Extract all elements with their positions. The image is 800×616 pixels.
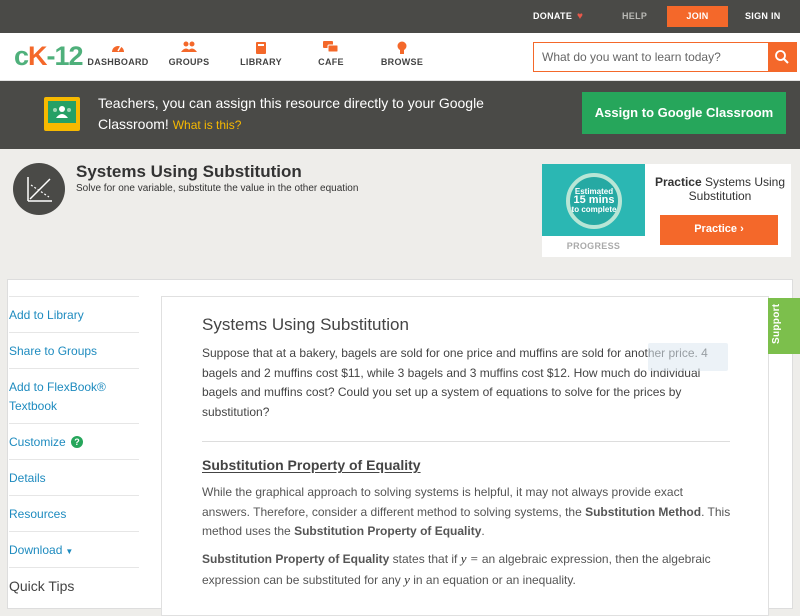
article: Systems Using Substitution Suppose that … — [161, 296, 769, 616]
main-navigation: cK-12 DASHBOARD GROUPS LIBRARY CAFE BROW… — [0, 33, 800, 81]
practice-button[interactable]: Practice › — [660, 215, 778, 245]
speedometer-icon — [87, 41, 149, 57]
sidebar: Add to Library Share to Groups Add to Fl… — [9, 296, 139, 603]
concept-title: Systems Using Substitution — [76, 162, 302, 181]
nav-groups[interactable]: GROUPS — [163, 41, 215, 67]
search-icon — [775, 50, 789, 64]
caret-down-icon: ▼ — [65, 547, 74, 556]
book-icon — [236, 41, 286, 57]
support-tab[interactable]: Support — [768, 298, 800, 354]
sidebar-item-resources[interactable]: Resources — [9, 495, 139, 531]
concept-graph-icon — [13, 163, 65, 215]
nav-cafe[interactable]: CAFE — [311, 41, 351, 67]
chevron-right-icon: › — [740, 223, 744, 235]
heart-icon: ♥ — [576, 11, 584, 22]
nav-dashboard[interactable]: DASHBOARD — [87, 41, 149, 67]
donate-link[interactable]: DONATE ♥ — [533, 0, 583, 33]
sidebar-item-customize[interactable]: Customize ? — [9, 423, 139, 459]
article-paragraph-property: Substitution Property of Equality states… — [202, 551, 711, 587]
help-link[interactable]: HELP — [622, 0, 647, 33]
people-icon — [163, 41, 215, 57]
media-overlay-control[interactable] — [648, 343, 728, 371]
lightbulb-icon — [378, 41, 426, 57]
sidebar-item-add-to-flexbook[interactable]: Add to FlexBook® Textbook — [9, 368, 139, 423]
progress-illustration: Estimated 15 mins to complete — [542, 164, 645, 236]
top-utility-bar: DONATE ♥ HELP JOIN SIGN IN — [0, 0, 800, 33]
practice-title: Practice Systems Using Substitution — [654, 175, 786, 203]
search-button[interactable] — [768, 43, 796, 71]
google-classroom-icon — [44, 97, 80, 131]
chat-icon — [311, 41, 351, 57]
practice-card: Estimated 15 mins to complete PROGRESS P… — [542, 164, 791, 257]
what-is-this-link[interactable]: What is this? — [173, 118, 242, 132]
concept-subtitle: Solve for one variable, substitute the v… — [76, 183, 359, 194]
sidebar-item-add-to-library[interactable]: Add to Library — [9, 296, 139, 332]
nav-library[interactable]: LIBRARY — [236, 41, 286, 67]
classroom-message: Teachers, you can assign this resource d… — [98, 95, 484, 132]
article-title: Systems Using Substitution — [202, 315, 409, 334]
google-classroom-banner: Teachers, you can assign this resource d… — [0, 81, 800, 149]
progress-label: PROGRESS — [566, 241, 621, 251]
sidebar-item-details[interactable]: Details — [9, 459, 139, 495]
time-estimate-badge: Estimated 15 mins to complete — [566, 173, 622, 229]
search-input[interactable] — [534, 43, 768, 71]
search-box — [533, 42, 797, 72]
divider — [202, 441, 730, 442]
nav-browse[interactable]: BROWSE — [378, 41, 426, 67]
help-icon[interactable]: ? — [71, 436, 84, 448]
ck12-logo[interactable]: cK-12 — [14, 41, 84, 72]
sidebar-item-share-to-groups[interactable]: Share to Groups — [9, 332, 139, 368]
sign-in-link[interactable]: SIGN IN — [745, 0, 781, 33]
assign-google-classroom-button[interactable]: Assign to Google Classroom — [582, 92, 786, 134]
sidebar-item-download[interactable]: Download ▼ — [9, 531, 139, 567]
section-heading: Substitution Property of Equality — [202, 457, 421, 473]
article-paragraph: While the graphical approach to solving … — [202, 485, 731, 538]
join-button[interactable]: JOIN — [667, 6, 728, 27]
sidebar-item-quick-tips[interactable]: Quick Tips — [9, 567, 139, 603]
